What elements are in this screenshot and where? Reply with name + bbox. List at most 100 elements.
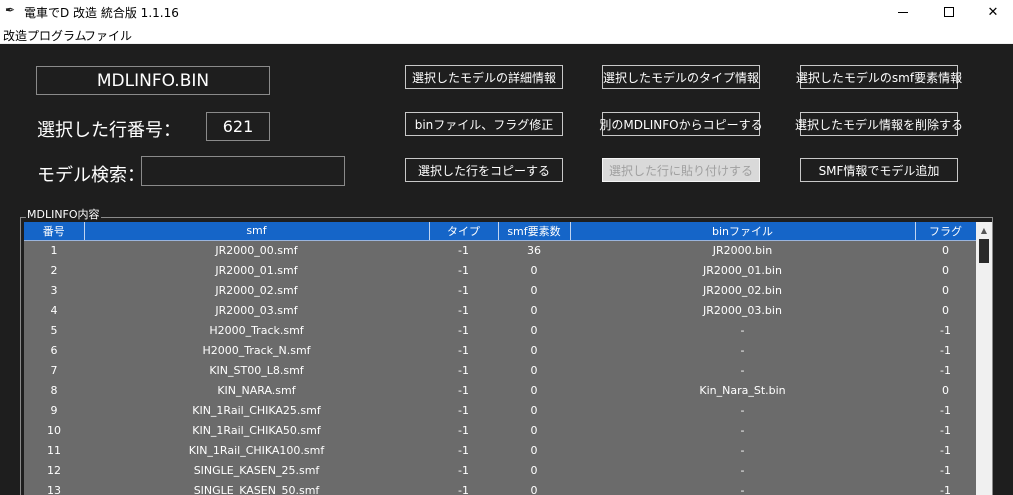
table-cell: 1 <box>50 243 58 257</box>
table-cell: - <box>740 423 745 437</box>
table-row[interactable]: 2 JR2000_01.smf -1 0 JR2000_01.bin 0 <box>24 260 976 280</box>
table-cell: SINGLE_KASEN_25.smf <box>193 463 320 477</box>
table-cell: 9 <box>50 403 58 417</box>
table-cell: -1 <box>940 443 951 457</box>
table-cell: -1 <box>940 403 951 417</box>
table-cell: 3 <box>50 283 58 297</box>
table-cell: -1 <box>458 423 469 437</box>
table-cell: 0 <box>530 283 538 297</box>
table-cell: -1 <box>458 263 469 277</box>
table-cell: KIN_1Rail_CHIKA50.smf <box>192 423 321 437</box>
table-cell: 6 <box>50 343 58 357</box>
minimize-button[interactable] <box>880 0 926 24</box>
table-cell: 2 <box>50 263 58 277</box>
table-cell: - <box>740 483 745 495</box>
table-cell: 0 <box>530 483 538 495</box>
table-cell: JR2000_02.smf <box>215 283 298 297</box>
table-cell: KIN_NARA.smf <box>217 383 296 397</box>
table-cell: -1 <box>458 403 469 417</box>
table-cell: 10 <box>47 423 61 437</box>
table-cell: 12 <box>47 463 61 477</box>
table-cell: H2000_Track_N.smf <box>202 343 311 357</box>
table-cell: JR2000_01.bin <box>703 263 782 277</box>
table-cell: 0 <box>942 383 949 397</box>
table-cell: -1 <box>458 243 469 257</box>
table-cell: -1 <box>940 423 951 437</box>
table-cell: KIN_1Rail_CHIKA100.smf <box>188 443 325 457</box>
bin-flag-fix-button[interactable]: binファイル、フラグ修正 <box>405 112 563 136</box>
table-row[interactable]: 3 JR2000_02.smf -1 0 JR2000_02.bin 0 <box>24 280 976 300</box>
close-button[interactable]: ✕ <box>970 0 1013 24</box>
table-cell: 0 <box>942 283 949 297</box>
table-cell: SINGLE_KASEN_50.smf <box>193 483 320 495</box>
detail-info-button[interactable]: 選択したモデルの詳細情報 <box>405 65 563 89</box>
table-cell: - <box>740 463 745 477</box>
menu-item-kaizou[interactable]: 改造プログラム <box>3 27 87 44</box>
table-row[interactable]: 13 SINGLE_KASEN_50.smf -1 0 - -1 <box>24 480 976 495</box>
table-row[interactable]: 1 JR2000_00.smf -1 36 JR2000.bin 0 <box>24 240 976 260</box>
table-cell: 0 <box>942 243 949 257</box>
column-header-flag[interactable]: フラグ <box>915 222 977 241</box>
column-header-type[interactable]: タイプ <box>429 222 499 241</box>
table-cell: KIN_ST00_L8.smf <box>209 363 304 377</box>
group-label: MDLINFO内容 <box>26 206 101 222</box>
paste-row-button[interactable]: 選択した行に貼り付けする <box>602 158 760 182</box>
table-cell: -1 <box>940 323 951 337</box>
mdlinfo-table-container: 番号 smf タイプ smf要素数 binファイル フラグ 1 JR2000_00… <box>24 222 992 495</box>
copy-from-other-button[interactable]: 別のMDLINFOからコピーする <box>599 112 763 136</box>
column-header-smf-count[interactable]: smf要素数 <box>498 222 571 241</box>
table-cell: -1 <box>458 303 469 317</box>
maximize-button[interactable] <box>926 0 972 24</box>
type-info-button[interactable]: 選択したモデルのタイプ情報 <box>602 65 760 89</box>
table-cell: 0 <box>942 303 949 317</box>
table-row[interactable]: 11 KIN_1Rail_CHIKA100.smf -1 0 - -1 <box>24 440 976 460</box>
table-cell: 7 <box>50 363 58 377</box>
column-header-bin-file[interactable]: binファイル <box>570 222 916 241</box>
scroll-up-icon[interactable]: ▲ <box>976 222 992 238</box>
scroll-thumb[interactable] <box>979 239 989 263</box>
table-cell: 0 <box>530 363 538 377</box>
table-cell: JR2000_00.smf <box>215 243 298 257</box>
table-cell: 5 <box>50 323 58 337</box>
search-input[interactable] <box>141 156 345 186</box>
table-cell: JR2000_03.smf <box>215 303 298 317</box>
table-cell: JR2000.bin <box>712 243 773 257</box>
table-cell: 0 <box>530 323 538 337</box>
table-row[interactable]: 6 H2000_Track_N.smf -1 0 - -1 <box>24 340 976 360</box>
column-header-smf[interactable]: smf <box>84 222 430 241</box>
table-row[interactable]: 9 KIN_1Rail_CHIKA25.smf -1 0 - -1 <box>24 400 976 420</box>
table-cell: JR2000_01.smf <box>215 263 298 277</box>
table-row[interactable]: 5 H2000_Track.smf -1 0 - -1 <box>24 320 976 340</box>
table-row[interactable]: 10 KIN_1Rail_CHIKA50.smf -1 0 - -1 <box>24 420 976 440</box>
column-header-number[interactable]: 番号 <box>24 222 85 241</box>
table-cell: 0 <box>530 263 538 277</box>
table-cell: 0 <box>530 463 538 477</box>
menu-item-file[interactable]: ファイル <box>84 27 132 44</box>
table-cell: -1 <box>940 363 951 377</box>
main-panel: MDLINFO.BIN 選択した行番号： 621 モデル検索： 選択したモデルの… <box>0 45 1013 495</box>
table-row[interactable]: 4 JR2000_03.smf -1 0 JR2000_03.bin 0 <box>24 300 976 320</box>
table-cell: JR2000_02.bin <box>703 283 782 297</box>
delete-model-button[interactable]: 選択したモデル情報を削除する <box>795 112 963 136</box>
maximize-icon <box>944 7 954 17</box>
table-cell: -1 <box>458 383 469 397</box>
table-cell: 36 <box>527 243 541 257</box>
table-cell: 0 <box>530 343 538 357</box>
table-cell: -1 <box>940 343 951 357</box>
smf-elements-button[interactable]: 選択したモデルのsmf要素情報 <box>796 65 962 89</box>
close-icon: ✕ <box>987 4 999 20</box>
table-row[interactable]: 12 SINGLE_KASEN_25.smf -1 0 - -1 <box>24 460 976 480</box>
table-cell: -1 <box>458 363 469 377</box>
table-row[interactable]: 7 KIN_ST00_L8.smf -1 0 - -1 <box>24 360 976 380</box>
vertical-scrollbar[interactable]: ▲ <box>976 222 992 495</box>
title-bar: ✒ 電車でD 改造 統合版 1.1.16 ✕ <box>0 0 1013 24</box>
add-by-smf-button[interactable]: SMF情報でモデル追加 <box>800 158 958 182</box>
table-cell: - <box>740 363 745 377</box>
table-row[interactable]: 8 KIN_NARA.smf -1 0 Kin_Nara_St.bin 0 <box>24 380 976 400</box>
table-cell: 0 <box>530 383 538 397</box>
table-cell: -1 <box>458 443 469 457</box>
table-cell: -1 <box>458 343 469 357</box>
table-cell: 0 <box>530 303 538 317</box>
table-cell: -1 <box>458 483 469 495</box>
copy-row-button[interactable]: 選択した行をコピーする <box>405 158 563 182</box>
